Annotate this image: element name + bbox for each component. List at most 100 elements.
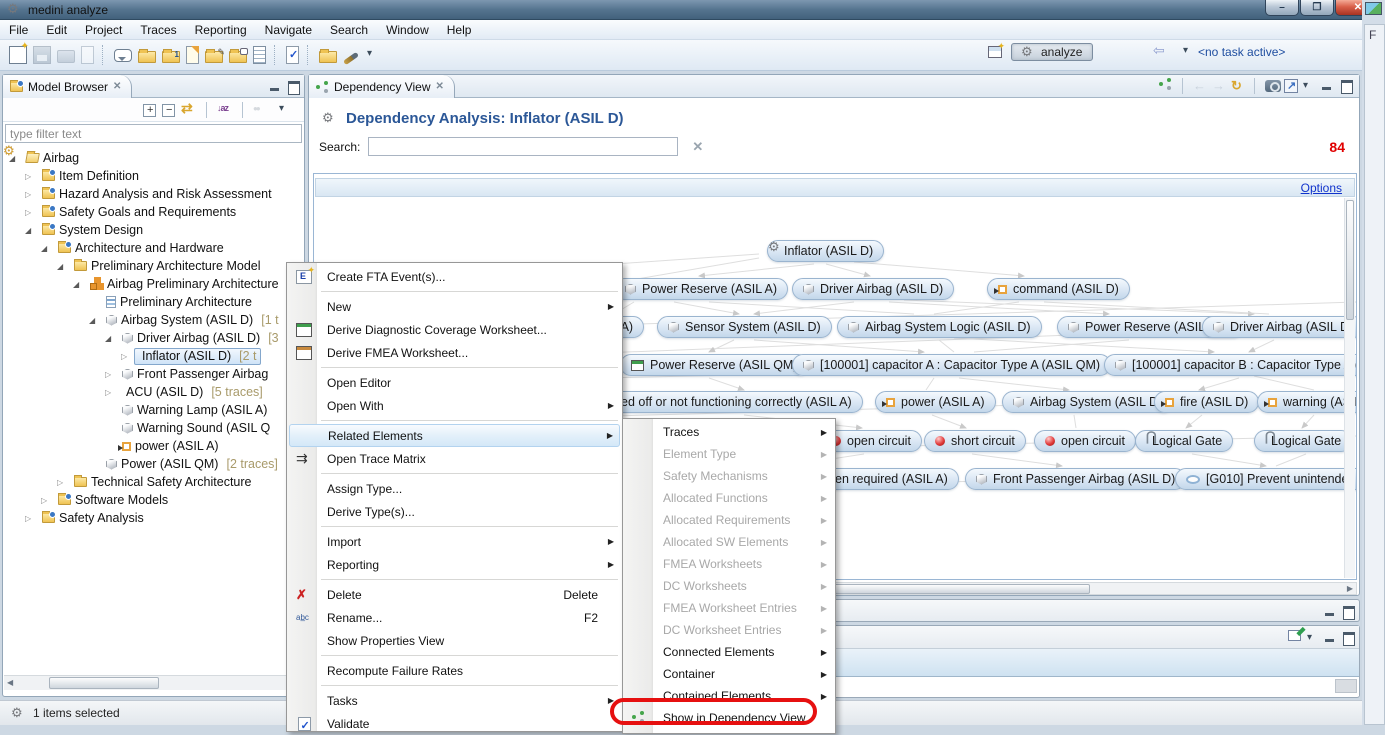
twistie-icon[interactable]: ▷ (41, 496, 54, 505)
context-menu-item[interactable]: ▶ (289, 364, 620, 371)
submenu-item[interactable]: Traces ▶ (625, 421, 833, 443)
context-menu-item[interactable]: Show Properties View ▶ (289, 629, 620, 652)
depview-icon[interactable] (1159, 78, 1175, 94)
graph-node[interactable]: Sensor System (ASIL D) (657, 316, 832, 338)
tree-item[interactable]: Power (ASIL QM) [2 traces] (3, 455, 304, 473)
caret-sm-icon[interactable] (365, 46, 383, 64)
context-menu-item[interactable]: ▶ (289, 470, 620, 477)
context-menu-item[interactable]: Open Editor ▶ (289, 371, 620, 394)
context-menu-item[interactable]: ▶ (289, 652, 620, 659)
folder16-icon[interactable] (138, 51, 156, 63)
context-menu-item[interactable]: Derive Type(s)... ▶ (289, 500, 620, 523)
graph-node[interactable]: ed off or not functioning correctly (ASI… (610, 391, 863, 413)
tree-item[interactable]: ◢ Airbag (3, 149, 304, 167)
submenu-item[interactable]: FMEA Worksheets ▶ (625, 553, 833, 575)
context-menu-item[interactable]: Create FTA Event(s)... ▶ (289, 265, 620, 288)
collapse-all-icon[interactable] (162, 104, 175, 117)
graph-node[interactable]: fire (ASIL D) (1154, 391, 1259, 413)
twistie-icon[interactable]: ▷ (25, 190, 38, 199)
doc-icon[interactable] (81, 46, 94, 64)
graph-node[interactable]: [100001] capacitor B : Capacitor Type A … (1104, 354, 1357, 376)
print-icon[interactable] (57, 50, 75, 63)
search-input[interactable] (368, 137, 678, 156)
task-caret-icon[interactable] (1181, 43, 1191, 61)
submenu-item[interactable]: Connected Elements ▶ (625, 641, 833, 663)
context-menu-item[interactable]: Tasks ▶ (289, 689, 620, 712)
restore-button[interactable]: ❐ (1300, 0, 1334, 16)
win-min-icon[interactable] (1320, 78, 1336, 94)
twistie-icon[interactable]: ◢ (73, 280, 86, 289)
context-menu-item[interactable]: ▶ (289, 682, 620, 689)
tree-item[interactable]: ◢ Airbag Preliminary Architecture (3, 275, 304, 293)
context-menu-item[interactable]: Related Elements ▶ (289, 424, 620, 447)
context-menu-item[interactable]: Import ▶ (289, 530, 620, 553)
caret-sm-icon[interactable] (277, 101, 295, 119)
tree-item[interactable]: ▷ Item Definition (3, 167, 304, 185)
win-max-icon[interactable] (1339, 78, 1355, 94)
win-max-icon[interactable] (1341, 630, 1355, 644)
link-icon[interactable] (181, 101, 199, 119)
graph-node[interactable]: Logical Gate (1135, 430, 1233, 452)
expand-all-icon[interactable] (143, 104, 156, 117)
context-menu-item[interactable]: Rename... F2 ▶ (289, 606, 620, 629)
filter-input[interactable] (5, 124, 302, 143)
twistie-icon[interactable]: ◢ (57, 262, 70, 271)
tsep-icon[interactable] (274, 45, 278, 65)
twistie-icon[interactable]: ▷ (105, 388, 118, 397)
clear-search-icon[interactable]: ✕ (692, 139, 703, 155)
submenu-item[interactable]: Element Type ▶ (625, 443, 833, 465)
maximize-view-icon[interactable] (286, 79, 300, 93)
minimize-button[interactable]: – (1265, 0, 1299, 16)
twistie-icon[interactable]: ▷ (25, 208, 38, 217)
folder-chat-icon[interactable] (229, 51, 247, 63)
tree-item[interactable]: Warning Sound (ASIL Q (3, 419, 304, 437)
submenu-item[interactable]: Allocated Functions ▶ (625, 487, 833, 509)
twistie-icon[interactable]: ◢ (89, 316, 102, 325)
context-menu-item[interactable]: Derive Diagnostic Coverage Worksheet... … (289, 318, 620, 341)
validate16-icon[interactable] (286, 46, 299, 64)
tree-item[interactable]: ◢ Architecture and Hardware (3, 239, 304, 257)
tree-item[interactable]: Warning Lamp (ASIL A) (3, 401, 304, 419)
export-icon[interactable] (1284, 79, 1298, 93)
tsep-icon[interactable] (307, 45, 311, 65)
model-browser-tab[interactable]: Model Browser ✕ (3, 75, 132, 98)
graph-node[interactable]: open circuit (1034, 430, 1136, 452)
graph-node[interactable]: Power Reserve (ASIL A) (614, 278, 788, 300)
graph-node[interactable]: command (ASIL D) (987, 278, 1130, 300)
menu-bar-item[interactable]: File (0, 21, 37, 39)
tree-item[interactable]: ▷ ACU (ASIL D) [5 traces] (3, 383, 304, 401)
win-max-icon[interactable] (1341, 604, 1355, 618)
graph-node[interactable]: [100001] capacitor A : Capacitor Type A … (792, 354, 1111, 376)
doc-lines-icon[interactable] (253, 46, 266, 64)
save-icon[interactable] (33, 46, 51, 64)
horizontal-scrollbar[interactable]: ◀ ▶ (4, 675, 303, 690)
twistie-icon[interactable]: ◢ (105, 334, 118, 343)
refresh-icon[interactable] (1231, 78, 1247, 94)
new-wizard-icon[interactable] (9, 46, 27, 64)
analyze-perspective-button[interactable]: analyze (1011, 43, 1093, 61)
context-menu-item[interactable]: ▶ (289, 417, 620, 424)
menu-bar-item[interactable]: Window (377, 21, 438, 39)
graph-node[interactable]: Driver Airbag (ASIL D) (1202, 316, 1357, 338)
graph-node[interactable]: Airbag System (ASIL D) (1002, 391, 1173, 413)
submenu-item[interactable]: FMEA Worksheet Entries ▶ (625, 597, 833, 619)
context-menu-item[interactable]: New ▶ (289, 295, 620, 318)
graph-node[interactable]: Power Reserve (ASIL QM) (620, 354, 809, 376)
graph-node[interactable]: warning (ASIL (1257, 391, 1357, 413)
tree-item[interactable]: power (ASIL A) (3, 437, 304, 455)
forward-icon[interactable] (1212, 78, 1228, 94)
close-tab-icon[interactable]: ✕ (436, 81, 444, 92)
menu-bar-item[interactable]: Help (438, 21, 481, 39)
submenu-item[interactable]: DC Worksheets ▶ (625, 575, 833, 597)
menu-bar-item[interactable]: Traces (131, 21, 185, 39)
submenu-item[interactable]: Container ▶ (625, 663, 833, 685)
menu-bar-item[interactable]: Search (321, 21, 377, 39)
dependency-view-tab[interactable]: Dependency View ✕ (309, 75, 455, 98)
graph-node[interactable]: Inflator (ASIL D) (767, 240, 884, 262)
tree-item[interactable]: ▷ Safety Analysis (3, 509, 304, 527)
vsep-icon[interactable] (206, 102, 210, 118)
tree-item[interactable]: ◢ System Design (3, 221, 304, 239)
graph-node[interactable]: en required (ASIL A) (824, 468, 959, 490)
scroll-right-icon[interactable]: ▶ (1347, 584, 1353, 593)
menu-bar-item[interactable]: Project (76, 21, 131, 39)
